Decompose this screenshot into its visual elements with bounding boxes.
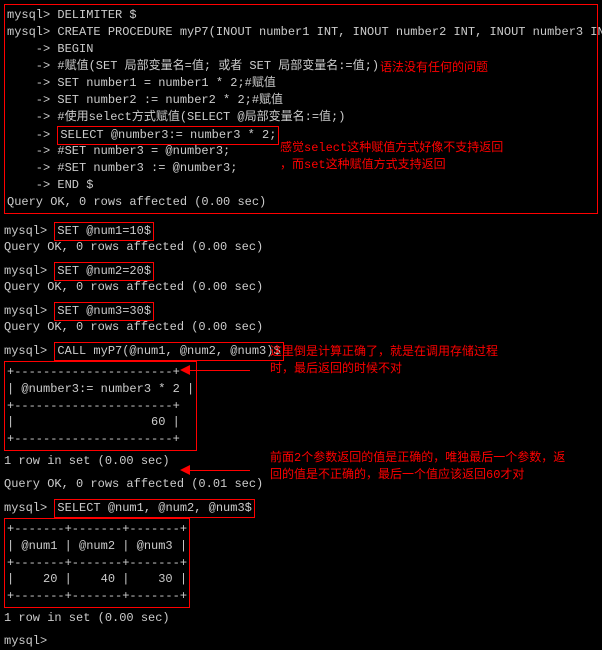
terminal-line: mysql> DELIMITER $ — [7, 7, 595, 24]
table-border: +----------------------+ — [7, 431, 194, 448]
mysql-prompt: mysql> — [4, 264, 54, 278]
annotation-syntax-ok: 语法没有任何的问题 — [380, 60, 488, 77]
set-num1-line: mysql> SET @num1=10$ — [4, 222, 598, 239]
set-num2-line: mysql> SET @num2=20$ — [4, 262, 598, 279]
select-line: mysql> SELECT @num1, @num2, @num3$ — [4, 499, 598, 516]
select-assign-highlight: SELECT @number3:= number3 * 2; — [57, 126, 279, 145]
annotation-wrong-result-1: 前面2个参数返回的值是正确的，唯独最后一个参数，返 — [270, 450, 565, 467]
terminal-line: -> SET number1 = number1 * 2;#赋值 — [7, 75, 595, 92]
query-result: Query OK, 0 rows affected (0.00 sec) — [7, 194, 595, 211]
table-row: | 20 | 40 | 30 | — [7, 571, 187, 588]
terminal-line: -> BEGIN — [7, 41, 595, 58]
query-result: Query OK, 0 rows affected (0.00 sec) — [4, 279, 598, 296]
table-header: | @num1 | @num2 | @num3 | — [7, 538, 187, 555]
terminal-line: -> END $ — [7, 177, 595, 194]
query-result: Query OK, 0 rows affected (0.00 sec) — [4, 239, 598, 256]
arrow-line — [190, 370, 250, 371]
select-cmd[interactable]: SELECT @num1, @num2, @num3$ — [54, 499, 254, 518]
terminal-line: -> SET number2 := number2 * 2;#赋值 — [7, 92, 595, 109]
mysql-prompt: mysql> — [4, 304, 54, 318]
set-num1-cmd[interactable]: SET @num1=10$ — [54, 222, 154, 241]
query-result: Query OK, 0 rows affected (0.00 sec) — [4, 319, 598, 336]
set-num2-cmd[interactable]: SET @num2=20$ — [54, 262, 154, 281]
mysql-prompt: mysql> — [4, 224, 54, 238]
create-procedure-block: mysql> DELIMITER $ mysql> CREATE PROCEDU… — [4, 4, 598, 214]
arrow-icon — [180, 365, 190, 375]
annotation-calc-correct-2: 时，最后返回的时候不对 — [270, 361, 402, 378]
table-border: +-------+-------+-------+ — [7, 521, 187, 538]
annotation-calc-correct-1: 这里倒是计算正确了，就是在调用存储过程 — [270, 344, 498, 361]
mysql-prompt-final[interactable]: mysql> — [4, 633, 598, 650]
table-border: +----------------------+ — [7, 364, 194, 381]
table-border: +----------------------+ — [7, 398, 194, 415]
rows-in-set: 1 row in set (0.00 sec) — [4, 610, 598, 627]
table-border: +-------+-------+-------+ — [7, 588, 187, 605]
arrow-line — [190, 470, 250, 471]
result-table-2: +-------+-------+-------+ | @num1 | @num… — [4, 518, 190, 608]
set-num3-cmd[interactable]: SET @num3=30$ — [54, 302, 154, 321]
table-row: | 60 | — [7, 414, 194, 431]
terminal-line: mysql> CREATE PROCEDURE myP7(INOUT numbe… — [7, 24, 595, 41]
table-header: | @number3:= number3 * 2 | — [7, 381, 194, 398]
annotation-wrong-result-2: 回的值是不正确的，最后一个值应该返回60才对 — [270, 467, 524, 484]
prompt-arrow: -> — [7, 128, 57, 142]
call-cmd[interactable]: CALL myP7(@num1, @num2, @num3)$ — [54, 342, 283, 361]
arrow-icon — [180, 465, 190, 475]
table-border: +-------+-------+-------+ — [7, 555, 187, 572]
terminal-line: -> #赋值(SET 局部变量名=值; 或者 SET 局部变量名:=值;) — [7, 58, 595, 75]
terminal-line: -> #使用select方式赋值(SELECT @局部变量名:=值;) — [7, 109, 595, 126]
result-table-1: +----------------------+ | @number3:= nu… — [4, 361, 197, 451]
annotation-select-issue-1: 感觉select这种赋值方式好像不支持返回 — [280, 140, 503, 157]
mysql-prompt: mysql> — [4, 344, 54, 358]
annotation-select-issue-2: ，而set这种赋值方式支持返回 — [280, 157, 446, 174]
set-num3-line: mysql> SET @num3=30$ — [4, 302, 598, 319]
